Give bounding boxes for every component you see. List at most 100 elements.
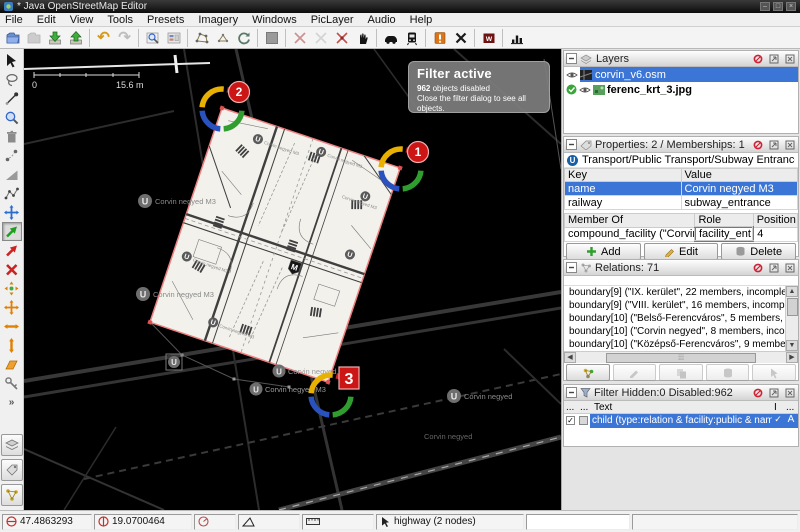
dock-button[interactable] [767, 53, 780, 65]
menu-view[interactable]: View [70, 14, 94, 26]
close-panel-button[interactable] [783, 262, 796, 274]
duplicate-relation-button[interactable] [659, 364, 703, 381]
preferences-button[interactable] [163, 28, 184, 48]
angle-snap-tool-button[interactable] [2, 165, 22, 184]
menu-help[interactable]: Help [410, 14, 433, 26]
relation-list-item[interactable]: boundary[9] ("VIII. kerület", 16 members… [564, 299, 798, 312]
collapse-icon[interactable] [566, 53, 577, 64]
draw-node-tool-button[interactable] [2, 89, 22, 108]
menu-piclayer[interactable]: PicLayer [311, 14, 354, 26]
mode-column-header[interactable]: ... [784, 402, 798, 413]
filter-inverted-check[interactable]: ✓ [772, 414, 784, 428]
hiding-column-header[interactable]: ... [578, 402, 592, 413]
dock-button[interactable] [767, 387, 780, 399]
edit-tag-button[interactable]: Edit [644, 243, 719, 260]
member-of-header[interactable]: Member Of [565, 214, 695, 228]
position-header[interactable]: Position [753, 214, 797, 228]
scroll-right-button[interactable]: ▶ [786, 352, 798, 363]
role-header[interactable]: Role [695, 214, 753, 228]
follow-line-button[interactable] [352, 28, 373, 48]
save-button[interactable] [23, 28, 44, 48]
toggle-layers-panel-button[interactable] [1, 434, 23, 456]
relation-list-item[interactable]: boundary[10] ("Belső-Ferencváros", 5 mem… [564, 312, 798, 325]
shear-tool-button[interactable] [2, 355, 22, 374]
close-button[interactable]: × [786, 2, 796, 11]
message-field[interactable] [632, 514, 798, 530]
move-node-tool-button[interactable] [2, 203, 22, 222]
filter-enabled-checkbox[interactable]: ✓ [566, 416, 575, 425]
menu-audio[interactable]: Audio [368, 14, 396, 26]
key-tool-button[interactable] [2, 374, 22, 393]
scale-x-tool-button[interactable] [2, 317, 22, 336]
map-canvas[interactable]: U Corvin negyed M3 U Corvin negyed M3 U … [24, 49, 561, 510]
lasso-tool-button[interactable] [2, 70, 22, 89]
scroll-up-button[interactable]: ▲ [786, 286, 798, 297]
tag-row-railway[interactable]: railway subway_entrance [565, 196, 798, 210]
download-button[interactable] [44, 28, 65, 48]
enabled-column-header[interactable]: ... [564, 402, 578, 413]
delete-tool-button[interactable] [2, 127, 22, 146]
scroll-left-button[interactable]: ◀ [564, 352, 576, 363]
select-relation-button[interactable] [752, 364, 796, 381]
piclayer-rotate-tool-button[interactable] [2, 241, 22, 260]
new-relation-button[interactable] [566, 364, 610, 381]
relation-list-item[interactable]: boundary[10] ("Corvin negyed", 8 members… [564, 325, 798, 338]
inverted-column-header[interactable]: I [772, 402, 784, 413]
search-preset-button[interactable] [142, 28, 163, 48]
collapse-icon[interactable] [566, 139, 577, 150]
horizontal-scrollbar[interactable]: ◀ ⁞⁞⁞ ▶ [564, 351, 798, 363]
eye-icon[interactable] [579, 85, 591, 95]
close-panel-button[interactable] [783, 53, 796, 65]
scale-y-tool-button[interactable] [2, 336, 22, 355]
edit-relation-button[interactable] [613, 364, 657, 381]
filter-row[interactable]: ✓ child (type:relation & facility:public… [564, 414, 798, 428]
split-way-button[interactable] [289, 28, 310, 48]
close-panel-button[interactable] [783, 139, 796, 151]
helper-field[interactable] [526, 514, 630, 530]
toolbar-overflow-button[interactable]: » [2, 393, 22, 412]
upload-button[interactable] [65, 28, 86, 48]
distribute-nodes-tool-button[interactable] [2, 298, 22, 317]
histogram-button[interactable] [506, 28, 527, 48]
relation-list-item[interactable]: boundary[10] ("Középső-Ferencváros", 9 m… [564, 338, 798, 351]
value-column-header[interactable]: Value [681, 169, 798, 182]
scrollbar-thumb[interactable] [787, 298, 798, 316]
relations-list[interactable]: boundary[9] ("IX. kerület", 22 members, … [564, 286, 798, 351]
maximize-button[interactable]: □ [773, 2, 783, 11]
sticky-button[interactable] [751, 387, 764, 399]
redo-button[interactable]: ↷ [114, 28, 135, 48]
refresh-button[interactable] [233, 28, 254, 48]
combine-way-button[interactable] [310, 28, 331, 48]
filter-hiding-checkbox[interactable] [579, 416, 588, 425]
collapse-icon[interactable] [566, 262, 577, 273]
minimize-button[interactable]: – [760, 2, 770, 11]
menu-windows[interactable]: Windows [252, 14, 297, 26]
car-routing-button[interactable] [380, 28, 401, 48]
eye-icon[interactable] [566, 70, 578, 80]
open-button[interactable] [2, 28, 23, 48]
close-panel-button[interactable] [783, 387, 796, 399]
layer-row-image[interactable]: ferenc_krt_3.jpg [564, 82, 798, 97]
wikipedia-button[interactable]: w [478, 28, 499, 48]
menu-edit[interactable]: Edit [37, 14, 56, 26]
menu-imagery[interactable]: Imagery [198, 14, 238, 26]
filter-expression[interactable]: child (type:relation & facility:public &… [590, 414, 772, 428]
select-tool-button[interactable] [2, 51, 22, 70]
scroll-down-button[interactable]: ▼ [786, 340, 798, 351]
piclayer-delete-tool-button[interactable] [2, 260, 22, 279]
tag-row-name[interactable]: name Corvin negyed M3 [565, 182, 798, 196]
membership-row[interactable]: compound_facility ("Corvin negyed M3", 1… [565, 227, 798, 241]
toggle-relations-panel-button[interactable] [1, 484, 23, 506]
toggle-properties-panel-button[interactable] [1, 459, 23, 481]
align-in-circle-tool-button[interactable] [2, 279, 22, 298]
improve-accuracy-tool-button[interactable] [2, 146, 22, 165]
validation-warning-button[interactable] [429, 28, 450, 48]
menu-presets[interactable]: Presets [147, 14, 184, 26]
relations-filter-field[interactable] [564, 276, 798, 286]
scrollbar-thumb[interactable]: ⁞⁞⁞ [606, 353, 756, 363]
text-column-header[interactable]: Text [592, 402, 772, 413]
extract-node-tool-button[interactable] [2, 184, 22, 203]
add-tag-button[interactable]: Add [566, 243, 641, 260]
dock-button[interactable] [767, 262, 780, 274]
dock-button[interactable] [767, 139, 780, 151]
